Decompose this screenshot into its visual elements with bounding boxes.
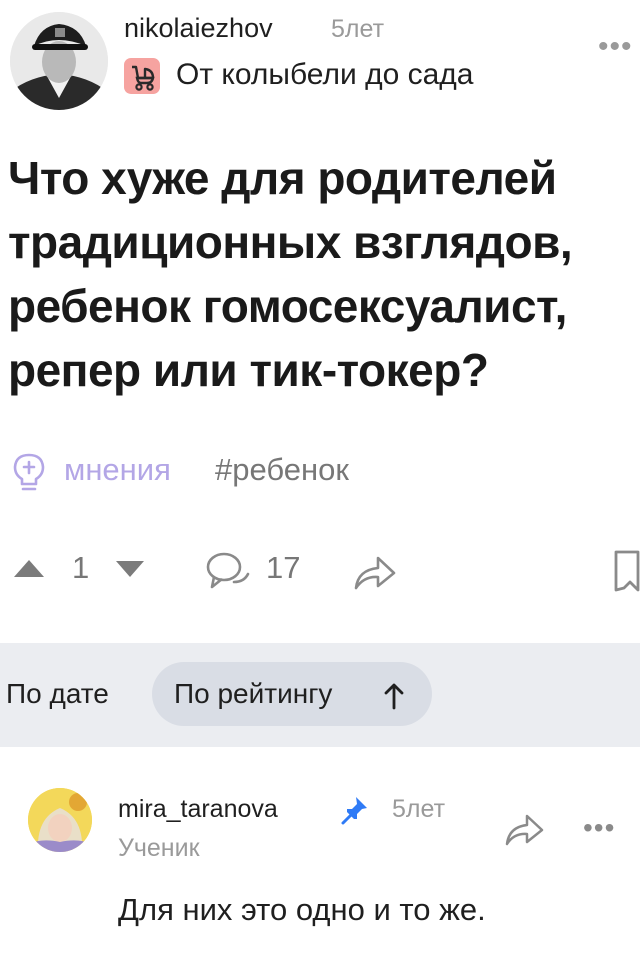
question-title: Что хуже для родителей традиционных взгл… <box>8 152 573 396</box>
comment-count: 17 <box>266 550 301 585</box>
post-time: 5лет <box>331 15 385 43</box>
sort-by-date-button[interactable]: По дате <box>6 678 109 710</box>
bookmark-icon[interactable] <box>612 548 640 594</box>
more-dots-icon[interactable]: ••• <box>583 812 615 844</box>
author-username[interactable]: nikolaiezhov <box>124 13 273 44</box>
stroller-icon[interactable] <box>124 58 160 94</box>
tag-hashtag[interactable]: #ребенок <box>215 452 349 488</box>
vote-count: 1 <box>72 550 90 585</box>
triangle-down-icon[interactable] <box>114 558 146 580</box>
speech-bubble-icon[interactable] <box>204 548 252 592</box>
sort-by-rating-label: По рейтингу <box>174 678 333 709</box>
commenter-rank: Ученик <box>118 834 200 862</box>
arrow-up-icon <box>383 681 405 711</box>
comment-time: 5лет <box>392 795 446 823</box>
more-dots-icon[interactable]: ••• <box>598 30 633 64</box>
triangle-up-icon[interactable] <box>12 556 46 580</box>
category-link[interactable]: От колыбели до сада <box>176 58 474 92</box>
commenter-username[interactable]: mira_taranova <box>118 795 278 824</box>
lightbulb-icon <box>10 451 48 493</box>
author-avatar[interactable] <box>10 12 108 110</box>
comment-text: Для них это одно и то же. <box>118 892 486 927</box>
commenter-avatar[interactable] <box>28 788 92 852</box>
share-arrow-icon[interactable] <box>352 552 398 592</box>
share-arrow-icon[interactable] <box>504 810 546 848</box>
tag-opinions[interactable]: мнения <box>64 452 171 488</box>
pin-icon <box>340 794 370 826</box>
